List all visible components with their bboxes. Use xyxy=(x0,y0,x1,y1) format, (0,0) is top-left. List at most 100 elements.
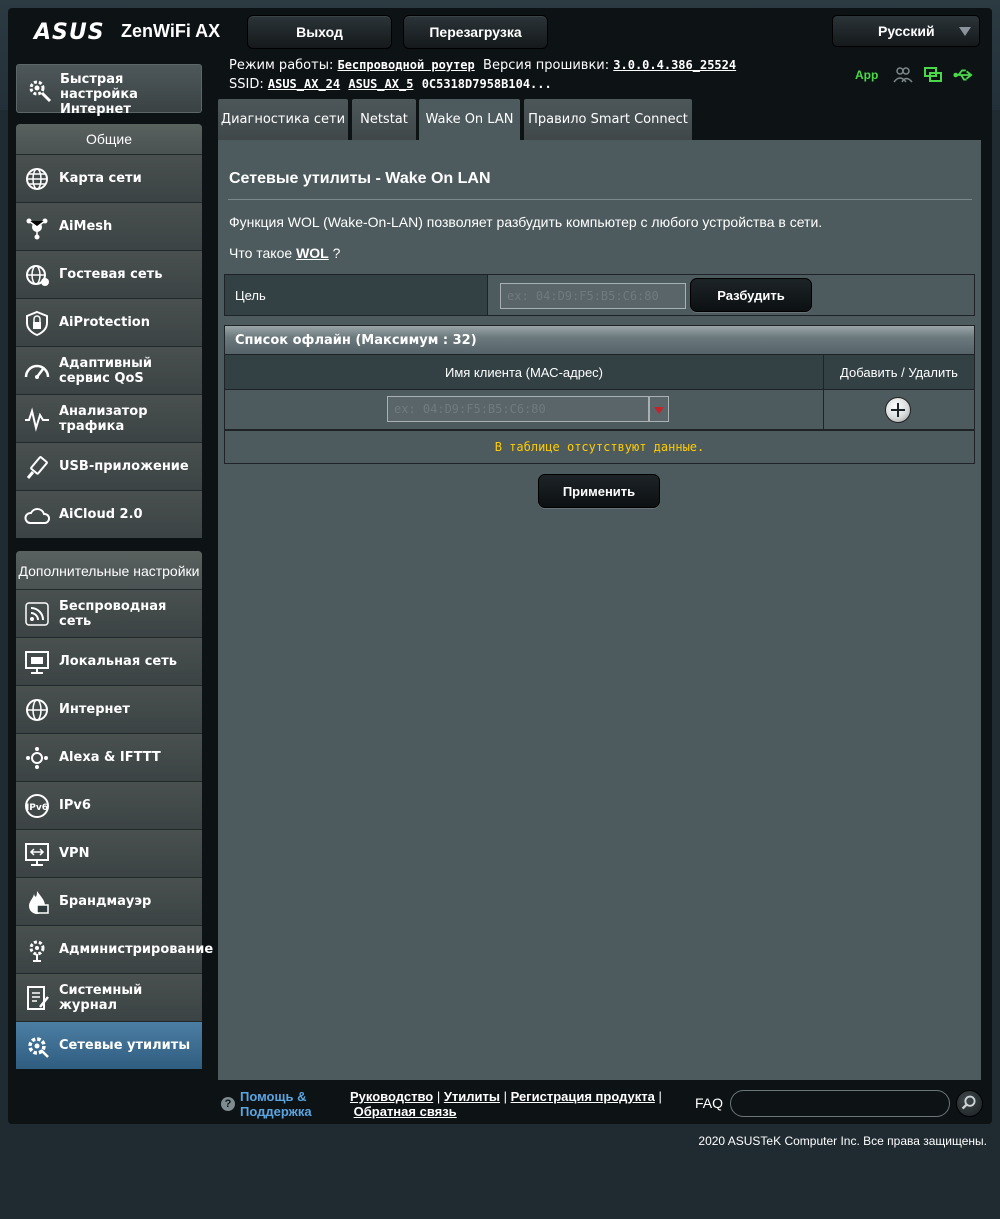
copyright: 2020 ASUSTeK Computer Inc. Все права защ… xyxy=(698,1134,987,1148)
sidebar-item-advanced-5[interactable]: VPN xyxy=(16,829,202,877)
wol-link[interactable]: WOL xyxy=(296,245,329,261)
manual-link[interactable]: Руководство xyxy=(350,1089,433,1104)
sidebar-item-advanced-4[interactable]: IPv6 IPv6 xyxy=(16,781,202,829)
sidebar-item-label: AiProtection xyxy=(59,315,150,330)
sidebar-item-advanced-6[interactable]: Брандмауэр xyxy=(16,877,202,925)
sidebar-item-general-4[interactable]: Адаптивный сервис QoS xyxy=(16,346,202,394)
target-mac-input[interactable]: ex: 04:D9:F5:B5:C6:80 xyxy=(500,283,686,309)
language-value: Русский xyxy=(878,23,935,39)
wake-button[interactable]: Разбудить xyxy=(690,278,812,312)
quick-setup-button[interactable]: Быстрая настройка Интернет xyxy=(16,64,202,117)
clients-icon[interactable] xyxy=(893,66,913,84)
sidebar-item-advanced-8[interactable]: Системный журнал xyxy=(16,973,202,1021)
usb-icon xyxy=(26,456,48,479)
wifi-icon xyxy=(25,602,49,626)
tab-netstat[interactable]: Netstat xyxy=(352,99,416,140)
offline-list-table: Список офлайн (Максимум : 32) Имя клиент… xyxy=(224,325,975,431)
general-group: Общие Карта сети AiMesh Гостевая сеть AiPro… xyxy=(16,124,202,538)
sidebar-item-general-7[interactable]: AiCloud 2.0 xyxy=(16,490,202,538)
sidebar-item-label: Alexa & IFTTT xyxy=(59,750,161,765)
empty-table-message: В таблице отсутствуют данные. xyxy=(224,429,975,464)
client-dropdown-button[interactable] xyxy=(649,396,669,422)
sidebar-item-label: Беспроводная сеть xyxy=(59,598,167,629)
sidebar-item-label: Локальная сеть xyxy=(59,654,177,669)
page-title: Сетевые утилиты - Wake On LAN xyxy=(229,170,491,187)
shield-icon xyxy=(26,310,48,336)
general-title: Общие xyxy=(16,124,202,154)
sidebar-item-label: IPv6 xyxy=(59,798,91,813)
quick-setup-gear-icon xyxy=(29,80,52,103)
waveform-icon xyxy=(25,407,49,432)
advanced-group: Дополнительные настройки Беспроводная се… xyxy=(16,551,214,1069)
sidebar-item-label: Интернет xyxy=(59,702,130,717)
sidebar-item-label: USB-приложение xyxy=(59,459,189,474)
sidebar-item-advanced-1[interactable]: Локальная сеть xyxy=(16,637,202,685)
network-status-icon[interactable] xyxy=(923,66,943,84)
sidebar-item-advanced-7[interactable]: Администрирование xyxy=(16,925,214,973)
content-panel: Сетевые утилиты - Wake On LAN Функция WO… xyxy=(218,140,981,1080)
logout-button[interactable]: Выход xyxy=(247,15,392,49)
tab-diagnostics[interactable]: Диагностика сети xyxy=(218,99,348,140)
faq-search-input[interactable] xyxy=(730,1090,950,1117)
sidebar-item-label: Администрирование xyxy=(59,942,214,957)
sidebar-item-label: Карта сети xyxy=(59,171,142,186)
utilities-link[interactable]: Утилиты xyxy=(444,1089,500,1104)
offline-list-input-row: ex: 04:D9:F5:B5:C6:80 xyxy=(225,389,974,430)
sidebar-item-general-1[interactable]: AiMesh xyxy=(16,202,202,250)
apply-button[interactable]: Применить xyxy=(538,474,660,508)
help-support-link[interactable]: Помощь & Поддержка xyxy=(240,1089,340,1119)
sidebar-item-label: Сетевые утилиты xyxy=(59,1038,191,1053)
add-client-icon[interactable] xyxy=(885,397,911,423)
admin-gear-icon xyxy=(29,940,45,962)
sidebar-item-advanced-0[interactable]: Беспроводная сеть xyxy=(16,589,202,637)
lan-icon xyxy=(25,651,49,674)
firmware-link[interactable]: 3.0.0.4.386_25524 xyxy=(613,58,736,72)
sidebar-item-advanced-9[interactable]: Сетевые утилиты xyxy=(16,1021,202,1069)
col-client-name: Имя клиента (МАС-адрес) xyxy=(225,355,824,389)
advanced-title: Дополнительные настройки xyxy=(16,551,202,589)
client-mac-input[interactable]: ex: 04:D9:F5:B5:C6:80 xyxy=(387,396,649,422)
sidebar-item-general-5[interactable]: Анализатор трафика xyxy=(16,394,202,442)
target-label: Цель xyxy=(225,275,488,315)
tools-gear-icon xyxy=(28,1037,49,1058)
offline-list-title: Список офлайн (Максимум : 32) xyxy=(225,326,974,354)
chevron-down-icon xyxy=(959,27,971,36)
svg-text:IPv6: IPv6 xyxy=(26,803,48,813)
language-select[interactable]: Русский xyxy=(832,15,980,47)
description: Функция WOL (Wake-On-LAN) позволяет разб… xyxy=(229,214,823,230)
sidebar-item-general-3[interactable]: AiProtection xyxy=(16,298,202,346)
what-is-line: Что такое WOL ? xyxy=(229,245,341,261)
reboot-button[interactable]: Перезагрузка xyxy=(403,15,548,49)
tab-smart-connect[interactable]: Правило Smart Connect xyxy=(524,99,692,140)
register-link[interactable]: Регистрация продукта xyxy=(511,1089,655,1104)
sidebar-item-label: VPN xyxy=(59,846,90,861)
operation-mode-link[interactable]: Беспроводной роутер xyxy=(337,58,474,72)
firewall-icon xyxy=(29,891,49,914)
ssid-24-link[interactable]: ASUS_AX_24 xyxy=(268,77,340,91)
search-icon xyxy=(961,1095,976,1110)
asus-logo[interactable]: ASUS xyxy=(34,20,105,45)
sidebar-item-general-2[interactable]: Гостевая сеть xyxy=(16,250,202,298)
usb-status-icon[interactable] xyxy=(953,66,973,84)
sidebar-item-advanced-3[interactable]: Alexa & IFTTT xyxy=(16,733,202,781)
product-name: ZenWiFi AX xyxy=(121,21,221,41)
target-row: Цель ex: 04:D9:F5:B5:C6:80 Разбудить xyxy=(224,274,975,316)
feedback-link[interactable]: Обратная связь xyxy=(354,1104,457,1119)
sidebar-item-general-6[interactable]: USB-приложение xyxy=(16,442,202,490)
ssid-5-link[interactable]: ASUS_AX_5 xyxy=(348,77,413,91)
sidebar-item-label: Анализатор трафика xyxy=(59,403,148,434)
alexa-icon xyxy=(26,747,48,769)
offline-list-header: Имя клиента (МАС-адрес) Добавить / Удали… xyxy=(225,354,974,389)
sidebar-item-advanced-2[interactable]: Интернет xyxy=(16,685,202,733)
app-link[interactable]: App xyxy=(855,68,878,82)
ipv6-icon: IPv6 xyxy=(25,794,49,818)
sidebar-item-general-0[interactable]: Карта сети xyxy=(16,154,202,202)
mesh-icon xyxy=(26,218,48,240)
sidebar-item-label: Гостевая сеть xyxy=(59,267,163,282)
help-icon: ? xyxy=(221,1097,235,1111)
faq-search-button[interactable] xyxy=(956,1090,983,1117)
faq-label: FAQ xyxy=(695,1095,724,1111)
tab-wake-on-lan[interactable]: Wake On LAN xyxy=(419,99,520,140)
globe-icon xyxy=(26,168,48,190)
internet-globe-icon xyxy=(26,699,48,721)
